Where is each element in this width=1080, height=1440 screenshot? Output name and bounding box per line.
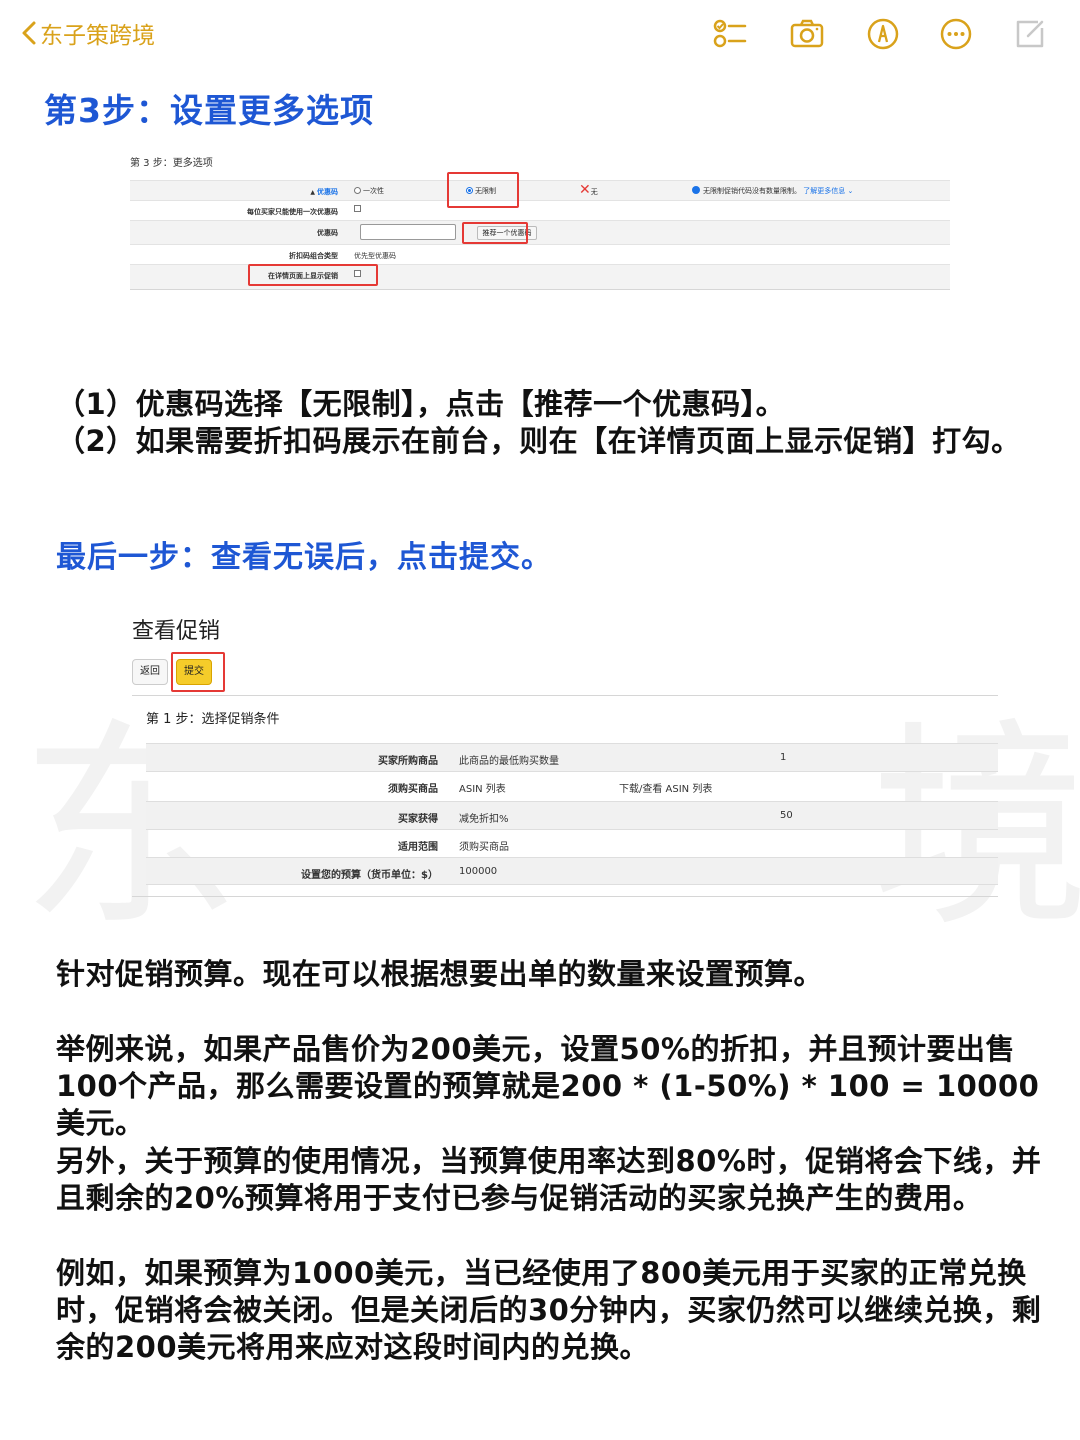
divider bbox=[132, 695, 998, 696]
back-label: 东子策跨境 bbox=[40, 22, 155, 48]
review-screenshot: 查看促销 返回 提交 第 1 步：选择促销条件 买家所购商品 此商品的最低购买数… bbox=[126, 605, 1006, 905]
table-row: 买家获得 减免折扣% 50 bbox=[146, 801, 998, 829]
camera-icon[interactable] bbox=[787, 14, 827, 54]
combination-type-row: 折扣码组合类型 优先型优惠码 bbox=[130, 244, 950, 264]
row-extra: 1 bbox=[780, 752, 787, 763]
row-value: 减免折扣% bbox=[459, 814, 509, 825]
highlight-recommend bbox=[462, 222, 528, 244]
screenshot-title: 第 3 步：更多选项 bbox=[130, 158, 213, 169]
chevron-down-icon: ⌄ bbox=[847, 187, 854, 195]
table-row: 设置您的预算（货币单位：$） 100000 bbox=[146, 857, 998, 885]
checklist-icon[interactable] bbox=[710, 14, 750, 54]
row-label: 买家获得 bbox=[398, 814, 438, 825]
table-row: 适用范围 须购买商品 bbox=[146, 829, 998, 857]
navigation-bar: 东子策跨境 bbox=[0, 0, 1080, 66]
info-icon bbox=[692, 186, 700, 194]
review-step-title: 第 1 步：选择促销条件 bbox=[146, 712, 280, 727]
highlight-show-on-detail bbox=[248, 264, 378, 286]
chevron-left-icon bbox=[22, 21, 36, 45]
markup-pen-icon[interactable] bbox=[863, 14, 903, 54]
review-title: 查看促销 bbox=[132, 619, 221, 644]
radio-icon[interactable] bbox=[354, 187, 361, 194]
row-value: 须购买商品 bbox=[459, 842, 509, 853]
step-3-heading: 第3步：设置更多选项 bbox=[44, 91, 374, 130]
highlight-submit bbox=[171, 652, 225, 692]
back-button[interactable]: 东子策跨境 bbox=[20, 16, 155, 50]
single-use-checkbox[interactable] bbox=[354, 205, 361, 212]
coupon-type-row: ▲ 优惠码 一次性 无限制 ✕无 无限制促销代码没有数量限制。 了解更多信息 ⌄ bbox=[130, 180, 950, 200]
option-none[interactable]: ✕无 bbox=[579, 182, 598, 198]
row-value: ASIN 列表 bbox=[459, 784, 506, 795]
coupon-code-label: 优惠码 bbox=[317, 229, 338, 237]
more-icon[interactable] bbox=[936, 14, 976, 54]
learn-more-link[interactable]: 了解更多信息 bbox=[803, 187, 845, 195]
coupon-type-label: ▲ 优惠码 bbox=[310, 188, 338, 196]
final-step-heading: 最后一步：查看无误后，点击提交。 bbox=[56, 540, 552, 575]
highlight-unlimited bbox=[447, 172, 519, 208]
red-x-icon: ✕ bbox=[579, 182, 591, 198]
combination-type-value: 优先型优惠码 bbox=[354, 252, 396, 260]
row-value: 100000 bbox=[459, 866, 498, 877]
combination-type-label: 折扣码组合类型 bbox=[289, 252, 338, 260]
paragraph-budget-example: 举例来说，如果产品售价为200美元，设置50%的折扣，并且预计要出售100个产品… bbox=[56, 1032, 1040, 1140]
paragraph-budget-usage: 另外，关于预算的使用情况，当预算使用率达到80%时，促销将会下线，并且剩余的20… bbox=[56, 1144, 1042, 1215]
coupon-code-input[interactable] bbox=[360, 224, 456, 240]
unlimited-info: 无限制促销代码没有数量限制。 了解更多信息 ⌄ bbox=[692, 186, 853, 196]
table-row: 须购买商品 ASIN 列表 下载/查看 ASIN 列表 bbox=[146, 771, 998, 799]
coupon-code-row: 优惠码 推荐一个优惠码 bbox=[130, 220, 950, 244]
option-one-time[interactable]: 一次性 bbox=[354, 186, 384, 196]
paragraph-budget-intro: 针对促销预算。现在可以根据想要出单的数量来设置预算。 bbox=[56, 957, 824, 991]
note-2: （2）如果需要折扣码展示在前台，则在【在详情页面上显示促销】打勾。 bbox=[56, 424, 1021, 458]
paragraph-budget-close: 例如，如果预算为1000美元，当已经使用了800美元用于买家的正常兑换时，促销将… bbox=[56, 1256, 1042, 1364]
divider bbox=[132, 896, 998, 897]
row-label: 须购买商品 bbox=[388, 784, 438, 795]
download-asin-link[interactable]: 下载/查看 ASIN 列表 bbox=[619, 780, 712, 795]
compose-icon[interactable] bbox=[1010, 14, 1050, 54]
note-1: （1）优惠码选择【无限制】，点击【推荐一个优惠码】。 bbox=[56, 387, 786, 421]
table-row: 买家所购商品 此商品的最低购买数量 1 bbox=[146, 743, 998, 771]
single-use-row: 每位买家只能使用一次优惠码 bbox=[130, 200, 950, 220]
back-button[interactable]: 返回 bbox=[132, 659, 168, 685]
step-3-screenshot: 第 3 步：更多选项 ▲ 优惠码 一次性 无限制 ✕无 无限制促销代码没有数量限制… bbox=[120, 150, 960, 300]
row-extra: 50 bbox=[780, 810, 793, 821]
row-label: 适用范围 bbox=[398, 842, 438, 853]
single-use-label: 每位买家只能使用一次优惠码 bbox=[247, 208, 338, 216]
row-value: 此商品的最低购买数量 bbox=[459, 756, 559, 767]
row-label: 设置您的预算（货币单位：$） bbox=[301, 870, 438, 881]
row-label: 买家所购商品 bbox=[378, 756, 438, 767]
